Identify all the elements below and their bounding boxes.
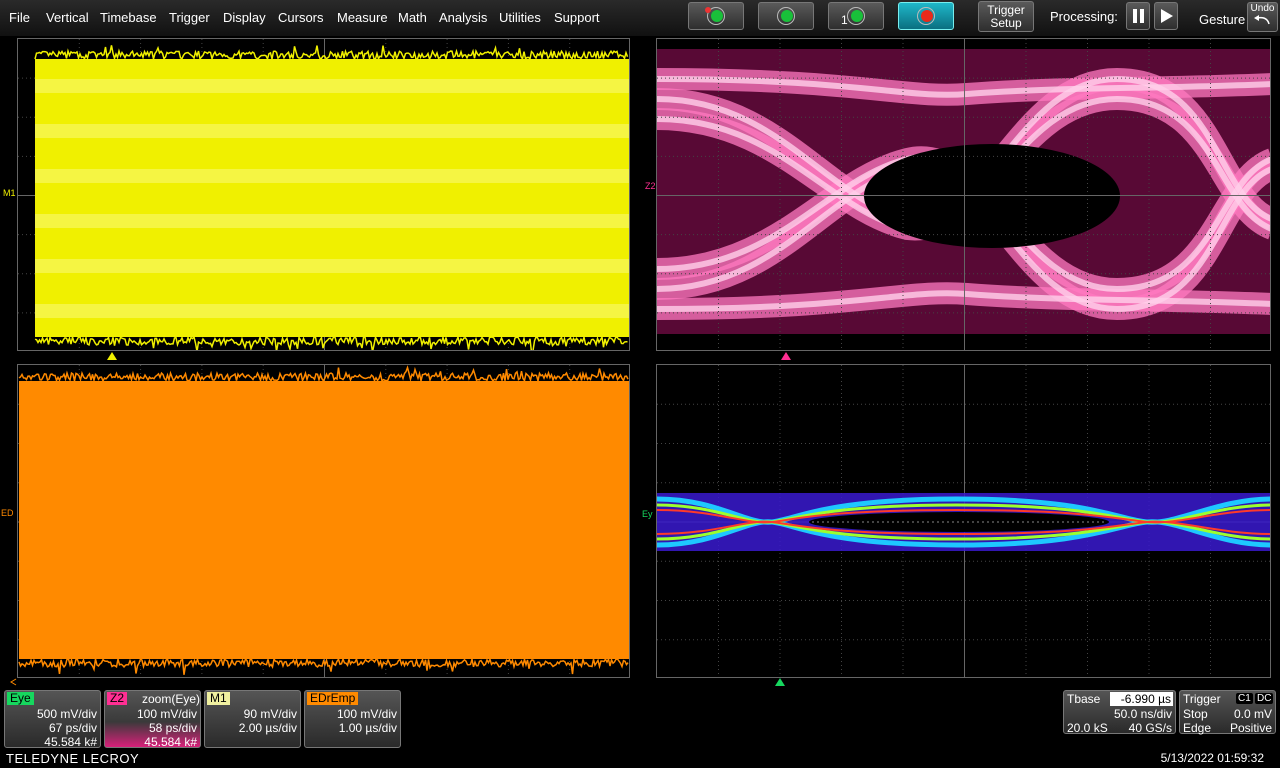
normal-trigger-button[interactable] — [758, 2, 814, 30]
menu-measure[interactable]: Measure — [337, 10, 388, 25]
edremp-vdiv: 100 mV/div — [336, 707, 397, 721]
pause-button[interactable] — [1126, 2, 1150, 30]
z2-tag: Z2 — [107, 692, 128, 705]
timebase-descriptor[interactable]: Tbase -6.990 µs 50.0 ns/div 20.0 kS 40 G… — [1063, 690, 1176, 735]
ed-left-arrow-icon — [10, 678, 17, 686]
menu-utilities[interactable]: Utilities — [499, 10, 541, 25]
menu-support[interactable]: Support — [554, 10, 600, 25]
trigger-slope: Positive — [1229, 721, 1272, 735]
m1-descriptor[interactable]: M1 90 mV/div 2.00 µs/div — [204, 690, 301, 748]
menu-file[interactable]: File — [9, 10, 30, 25]
edremp-waveform-grid[interactable] — [17, 364, 630, 678]
eye-descriptor[interactable]: Eye 500 mV/div 67 ps/div 45.584 k# — [4, 690, 101, 749]
play-button[interactable] — [1154, 2, 1178, 30]
m1-noise-band — [34, 45, 629, 350]
green-dot-icon — [781, 10, 793, 22]
edremp-trace — [18, 365, 629, 677]
trigger-coupling-badge: DC — [1255, 693, 1274, 704]
trigger-setup-button[interactable]: Trigger Setup — [978, 1, 1034, 32]
trigger-label: Trigger — [1183, 692, 1221, 706]
m1-trace — [18, 39, 629, 350]
eye-diagram-trace — [657, 365, 1270, 677]
timebase-sample-rate: 40 GS/s — [1128, 721, 1172, 735]
z2-channel-marker[interactable]: Z2 — [645, 181, 656, 191]
z2-title: zoom(Eye) — [142, 692, 201, 706]
eye-tag: Eye — [7, 692, 34, 705]
m1-tdiv: 2.00 µs/div — [238, 721, 297, 735]
timebase-rate: 50.0 ns/div — [1113, 707, 1172, 721]
green-dot-icon — [851, 10, 863, 22]
menu-display[interactable]: Display — [223, 10, 266, 25]
stop-trigger-button[interactable] — [898, 2, 954, 30]
ey-channel-marker[interactable]: Ey — [642, 509, 653, 519]
timebase-samples: 20.0 kS — [1067, 721, 1108, 735]
z2-count: 45.584 k# — [144, 735, 197, 749]
eye-vdiv: 500 mV/div — [36, 707, 97, 721]
eye-trigger-marker-icon — [775, 678, 785, 686]
m1-waveform-grid[interactable] — [17, 38, 630, 351]
undo-arrow-icon — [1253, 15, 1270, 25]
trigger-descriptor[interactable]: Trigger C1 DC Stop 0.0 mV Edge Positive — [1179, 690, 1276, 735]
ed-channel-marker[interactable]: ED — [1, 508, 14, 518]
m1-channel-marker[interactable]: M1 — [3, 188, 16, 198]
trigger-setup-line2: Setup — [990, 16, 1022, 30]
auto-trigger-button[interactable] — [688, 2, 744, 30]
m1-tag: M1 — [207, 692, 230, 705]
menu-vertical[interactable]: Vertical — [46, 10, 89, 25]
green-dot-icon — [711, 10, 723, 22]
z2-descriptor[interactable]: Z2 zoom(Eye) 100 mV/div 58 ps/div 45.584… — [104, 690, 201, 749]
eye-bands — [657, 493, 1270, 551]
z2-trigger-marker-icon — [781, 352, 791, 360]
processing-label: Processing: — [1050, 9, 1118, 24]
z2-tdiv: 58 ps/div — [148, 721, 197, 735]
menu-bar: File Vertical Timebase Trigger Display C… — [0, 0, 1280, 36]
z2-eye-trace — [657, 39, 1270, 350]
eye-diagram-grid[interactable] — [656, 364, 1271, 678]
timebase-delay: -6.990 µs — [1110, 692, 1173, 706]
red-dot-icon — [705, 7, 711, 13]
m1-vdiv: 90 mV/div — [243, 707, 297, 721]
date-time: 5/13/2022 01:59:32 — [1160, 751, 1264, 765]
gesture-label: Gesture — [1199, 12, 1246, 27]
single-trigger-button[interactable]: 1 — [828, 2, 884, 30]
edremp-tag: EDrEmp — [307, 692, 359, 705]
eye-tdiv: 67 ps/div — [48, 721, 97, 735]
pause-icon — [1133, 9, 1144, 23]
single-count: 1 — [841, 13, 848, 27]
menu-analysis[interactable]: Analysis — [439, 10, 487, 25]
menu-cursors[interactable]: Cursors — [278, 10, 324, 25]
eye-count: 45.584 k# — [44, 735, 97, 749]
trigger-source-badge: C1 — [1236, 693, 1253, 704]
z2-eye-grid[interactable] — [656, 38, 1271, 351]
z2-vdiv: 100 mV/div — [136, 707, 197, 721]
edremp-noise-band — [18, 365, 629, 675]
menu-trigger[interactable]: Trigger — [169, 10, 210, 25]
menu-timebase[interactable]: Timebase — [100, 10, 157, 25]
undo-label: Undo — [1250, 3, 1275, 14]
edremp-tdiv: 1.00 µs/div — [338, 721, 397, 735]
trigger-level: 0.0 mV — [1233, 707, 1272, 721]
play-icon — [1161, 9, 1173, 23]
edremp-descriptor[interactable]: EDrEmp 100 mV/div 1.00 µs/div — [304, 690, 401, 748]
undo-button[interactable]: Undo — [1247, 2, 1278, 32]
m1-trigger-marker-icon — [107, 352, 117, 360]
brand-logo: TELEDYNE LECROY — [6, 751, 140, 766]
menu-math[interactable]: Math — [398, 10, 427, 25]
timebase-label: Tbase — [1067, 692, 1101, 706]
red-dot-icon — [921, 10, 933, 22]
trigger-mode: Stop — [1183, 707, 1208, 721]
trigger-type: Edge — [1183, 721, 1212, 735]
